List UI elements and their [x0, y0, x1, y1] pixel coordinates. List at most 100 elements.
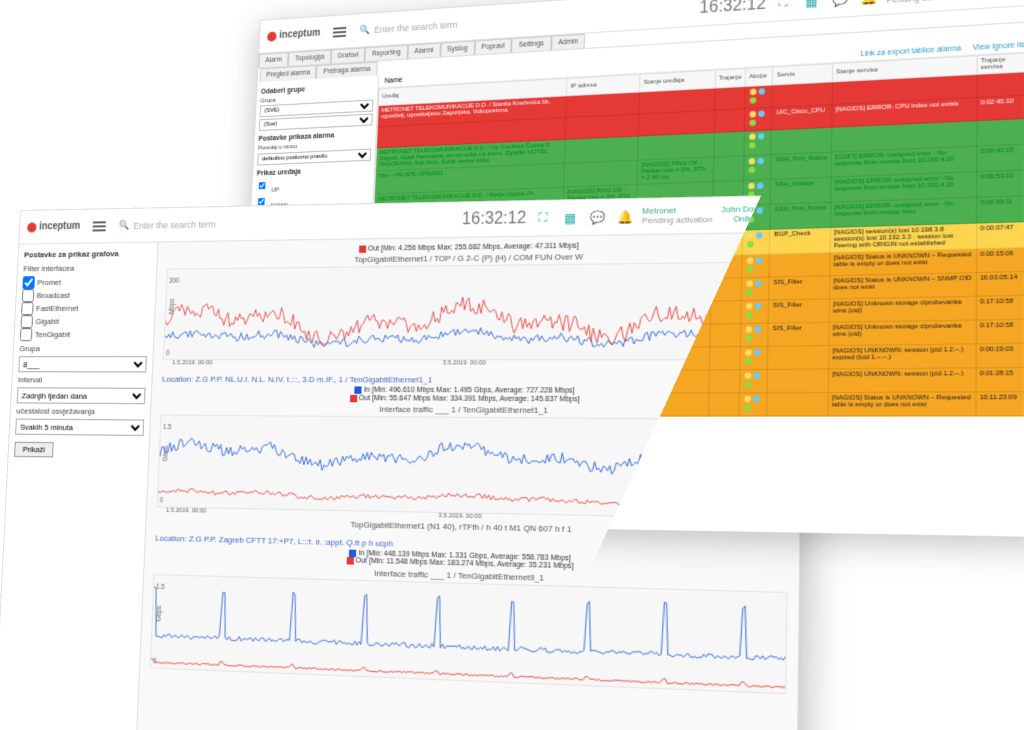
svg-text:1.5: 1.5 — [163, 423, 172, 430]
refresh-label: učestalost osvježavanja — [16, 406, 145, 416]
logo: inceptum — [27, 221, 80, 233]
header-clock: 16:32:12 — [699, 0, 766, 18]
main-tab[interactable]: Alarmi — [407, 43, 440, 59]
cell: SSH_Port_Status — [770, 202, 830, 229]
plot-svg[interactable]: 1.50 Gbps — [150, 574, 788, 694]
cell — [740, 346, 768, 369]
chart: In [Min: 448.139 Mbps Max: 1.331 Gbps, A… — [150, 545, 788, 694]
cell: 0:00:07:47 — [976, 222, 1024, 249]
hamburger-icon[interactable] — [333, 30, 346, 33]
cell — [742, 254, 770, 278]
cell — [768, 346, 829, 370]
cell: 0:00:15:06 — [976, 248, 1024, 273]
cell — [740, 323, 768, 346]
cell — [711, 255, 742, 279]
grid-icon[interactable]: ▦ — [561, 209, 578, 226]
main-tab[interactable]: Topologija — [288, 49, 331, 65]
show-button[interactable]: Prikaži — [14, 442, 54, 458]
cell — [743, 179, 771, 205]
expand-icon[interactable]: ⛶ — [534, 209, 551, 226]
main-tab[interactable]: Reporting — [365, 45, 408, 62]
col-header[interactable]: Akcija — [745, 67, 773, 87]
cell — [741, 300, 769, 323]
cell: 0:02:45:10 — [976, 95, 1024, 121]
cell — [745, 85, 773, 109]
cell — [770, 253, 830, 277]
filter-checkbox[interactable]: Gigabit — [20, 314, 148, 328]
interval-label: Interval — [18, 375, 146, 384]
svg-text:Gbps: Gbps — [156, 605, 164, 621]
cell — [708, 393, 740, 416]
cell — [772, 82, 832, 108]
search-field[interactable]: 🔍 Enter the search term — [119, 218, 253, 231]
cell — [714, 86, 745, 110]
cell — [712, 180, 743, 206]
grupa-label: Grupa — [19, 344, 147, 353]
filter-checkbox[interactable]: FastEthernet — [21, 301, 149, 315]
cell — [744, 107, 772, 131]
cell — [632, 370, 709, 393]
grid-title: Name — [384, 76, 402, 84]
cell — [710, 301, 741, 324]
cell: 0:00:19:03 — [976, 343, 1024, 368]
cell: 0:01:28:15 — [975, 367, 1024, 391]
bell-icon[interactable]: 🔔 — [616, 208, 633, 225]
filter-heading: Filter interfacea — [23, 263, 151, 274]
svg-text:Mbps: Mbps — [169, 299, 176, 315]
cell — [712, 205, 743, 231]
chat-icon[interactable]: 💬 — [831, 0, 849, 8]
cell — [767, 392, 828, 416]
chat-icon[interactable]: 💬 — [589, 208, 606, 225]
cell: [NAGIOS] PING OK - Packet loss = 0%, RTA… — [637, 157, 713, 184]
cell: 0:00:59:11 — [976, 196, 1024, 223]
cell — [743, 155, 771, 181]
main-tab[interactable]: Settings — [511, 36, 551, 53]
ignore-list-link[interactable]: View ignore list — [973, 41, 1024, 52]
interval-select[interactable]: Zadnjih tjedan dana — [17, 387, 146, 404]
cell — [638, 133, 714, 161]
cell — [977, 72, 1024, 98]
filter-checkbox[interactable]: TenGigabit — [20, 328, 148, 342]
header-clock: 16:32:12 — [462, 209, 527, 229]
cell — [741, 277, 769, 301]
cell: [NAGIOS] UNKNOWN: session (pid 1.2.−.) e… — [828, 344, 975, 369]
col-header[interactable]: Trajanje servisa — [977, 53, 1024, 74]
cell — [744, 130, 772, 156]
hamburger-icon[interactable] — [93, 225, 106, 227]
cell: 0:17:10:58 — [976, 319, 1024, 344]
search-field[interactable]: 🔍 Enter the search term — [360, 16, 496, 36]
refresh-select[interactable]: Svakih 5 minuta — [15, 419, 144, 436]
cell: [NAGIOS] Status is UNKNOWN – Requested t… — [828, 392, 976, 416]
cell: SSH_Port_Status — [771, 152, 831, 179]
cell — [772, 127, 832, 154]
cell: UIC_Cisco_CPU — [772, 105, 832, 130]
main-tab[interactable]: Popravi — [474, 38, 512, 54]
cell — [739, 369, 767, 392]
main-tab[interactable]: Alarm — [258, 52, 288, 67]
avatar[interactable]: JD — [1018, 0, 1024, 1]
cell: [NAGIOS] Unknown storage ciprobevanka wi… — [829, 296, 976, 322]
cell — [710, 278, 741, 301]
grid-icon[interactable]: ▦ — [803, 0, 821, 10]
main-tab[interactable]: Syslog — [440, 41, 475, 57]
logo: inceptum — [267, 28, 321, 42]
filter-checkbox[interactable]: Broadcast — [22, 288, 150, 302]
grupa-select[interactable]: 8___ — [18, 356, 147, 372]
cell — [742, 229, 770, 255]
svg-text:1.5: 1.5 — [156, 583, 165, 591]
header-toolbar-icons: ⛶ ▦ 💬 🔔 — [774, 0, 877, 12]
cell — [714, 109, 745, 133]
cell — [711, 230, 742, 256]
bell-icon[interactable]: 🔔 — [860, 0, 878, 6]
expand-icon[interactable]: ⛶ — [774, 0, 792, 12]
graph-settings-side: Postavke za prikaz grafova Filter interf… — [0, 242, 158, 730]
cell: SIS_Filter — [769, 276, 829, 300]
cell: [NAGIOS] Unknown storage ciprobevanka wi… — [828, 320, 975, 346]
main-tab[interactable]: Grafovi — [330, 47, 365, 63]
main-tab[interactable]: Admin — [551, 34, 586, 50]
tenant-badge[interactable]: MetronetPending activation — [886, 0, 960, 6]
cell — [768, 369, 829, 393]
col-header[interactable]: Trajanje — [715, 68, 746, 88]
cell: SIS_Filter — [768, 322, 828, 346]
filter-checkbox[interactable]: Promet — [22, 275, 150, 289]
